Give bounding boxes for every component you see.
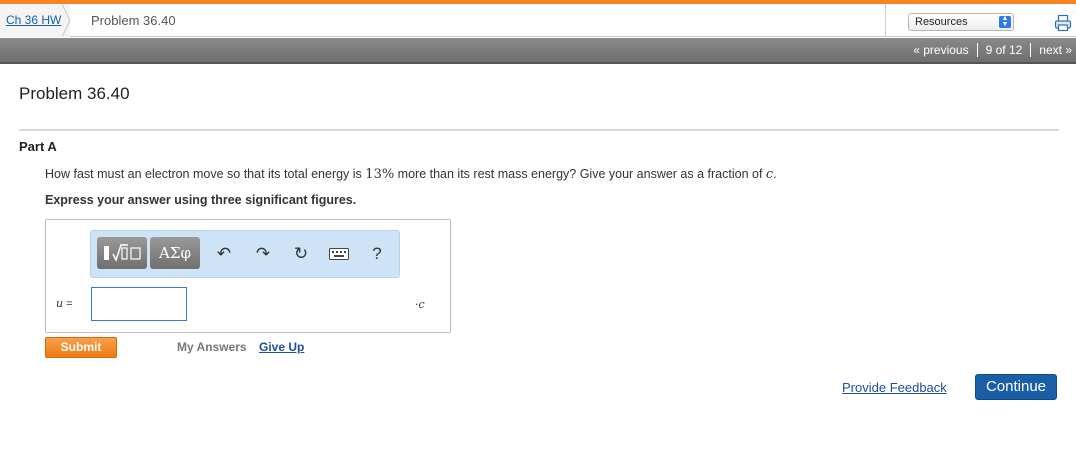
keyboard-icon[interactable]: [329, 248, 349, 260]
question-end: .: [773, 167, 777, 181]
answer-box: ΑΣφ ↶ ↷ ↻ ? u = ·c: [45, 219, 451, 333]
equals-sign: =: [66, 298, 73, 310]
math-toolbar: ΑΣφ ↶ ↷ ↻ ?: [90, 230, 400, 278]
reset-icon[interactable]: ↻: [291, 244, 311, 264]
page-position: 9 of 12: [985, 43, 1023, 57]
continue-button[interactable]: Continue: [975, 374, 1057, 400]
help-icon[interactable]: ?: [367, 244, 387, 264]
resources-select[interactable]: Resources ▲ ▼: [908, 13, 1014, 31]
provide-feedback-link[interactable]: Provide Feedback: [842, 380, 947, 395]
pager-separator: [1030, 43, 1032, 57]
undo-icon[interactable]: ↶: [214, 244, 234, 264]
question-post: more than its rest mass energy? Give you…: [394, 167, 766, 181]
submit-button[interactable]: Submit: [45, 337, 117, 358]
my-answers-link[interactable]: My Answers: [177, 340, 247, 354]
greek-symbols-button[interactable]: ΑΣφ: [150, 237, 200, 269]
resources-label: Resources: [915, 16, 968, 28]
template-icon: [104, 244, 141, 262]
answer-input[interactable]: [91, 287, 187, 321]
pager-separator: [976, 43, 978, 57]
breadcrumb: Ch 36 HW: [0, 4, 70, 37]
instruction-text: Express your answer using three signific…: [45, 193, 357, 207]
redo-icon[interactable]: ↷: [253, 244, 273, 264]
give-up-link[interactable]: Give Up: [259, 340, 304, 354]
printer-icon[interactable]: [1054, 14, 1072, 32]
template-button[interactable]: [97, 237, 147, 269]
page-title: Problem 36.40: [19, 84, 130, 103]
section-divider: [19, 129, 1059, 131]
pager: « previous 9 of 12 next »: [913, 43, 1072, 57]
select-stepper-icon: ▲ ▼: [999, 15, 1011, 28]
question-text: How fast must an electron move so that i…: [45, 167, 777, 182]
unit-label: ·c: [415, 298, 425, 311]
breadcrumb-current: Problem 36.40: [91, 13, 176, 28]
next-link[interactable]: next »: [1039, 43, 1072, 57]
chevron-right-icon: [62, 4, 71, 37]
question-pre: How fast must an electron move so that i…: [45, 167, 366, 181]
navigation-bar: Ch 36 HW Problem 36.40 Resources ▲ ▼: [0, 4, 1076, 37]
variable-symbol: u: [56, 297, 64, 310]
breadcrumb-home-link[interactable]: Ch 36 HW: [6, 13, 61, 27]
previous-link[interactable]: « previous: [913, 43, 968, 57]
part-label: Part A: [19, 139, 57, 154]
problem-sub-bar: « previous 9 of 12 next »: [0, 38, 1076, 64]
variable-label: u =: [56, 297, 73, 310]
nav-divider: [885, 4, 886, 37]
question-value: 13%: [365, 167, 395, 182]
